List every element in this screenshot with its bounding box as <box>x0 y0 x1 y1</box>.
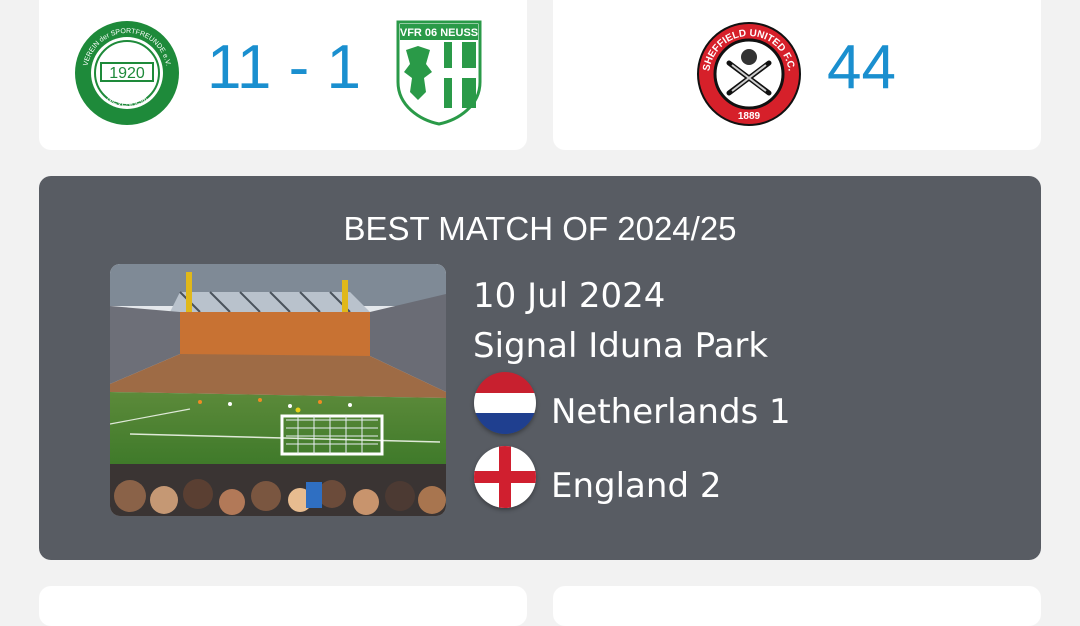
stat-value: 44 <box>827 33 896 102</box>
netherlands-flag-icon <box>474 372 536 434</box>
svg-text:1889: 1889 <box>738 111 761 122</box>
stadium-photo <box>110 264 446 516</box>
match-venue: Signal Iduna Park <box>473 326 769 366</box>
match-card-left[interactable]: VEREIN der SPORTFREUNDE e.V. NIEVENHEIM … <box>39 0 527 150</box>
home-team-score: Netherlands 1 <box>551 392 791 432</box>
match-score: 11 - 1 <box>207 33 361 102</box>
svg-text:VFR 06 NEUSS: VFR 06 NEUSS <box>400 27 478 39</box>
match-date: 10 Jul 2024 <box>473 276 666 316</box>
vds-nievenheim-crest-icon: VEREIN der SPORTFREUNDE e.V. NIEVENHEIM … <box>75 21 179 125</box>
vfr-neuss-crest-icon: VFR 06 NEUSS <box>396 20 482 126</box>
card-bottom-left[interactable] <box>39 586 527 626</box>
best-match-title: BEST MATCH OF 2024/25 <box>343 210 737 247</box>
stat-card-right[interactable]: SHEFFIELD UNITED F.C. 1889 44 <box>553 0 1041 150</box>
england-flag-icon <box>474 446 536 508</box>
sheffield-united-crest-icon: SHEFFIELD UNITED F.C. 1889 <box>697 22 801 126</box>
best-match-card[interactable]: BEST MATCH OF 2024/25 10 Jul 2024 Signal… <box>39 176 1041 560</box>
card-bottom-right[interactable] <box>553 586 1041 626</box>
svg-text:1920: 1920 <box>109 65 145 82</box>
away-team-score: England 2 <box>551 466 722 506</box>
